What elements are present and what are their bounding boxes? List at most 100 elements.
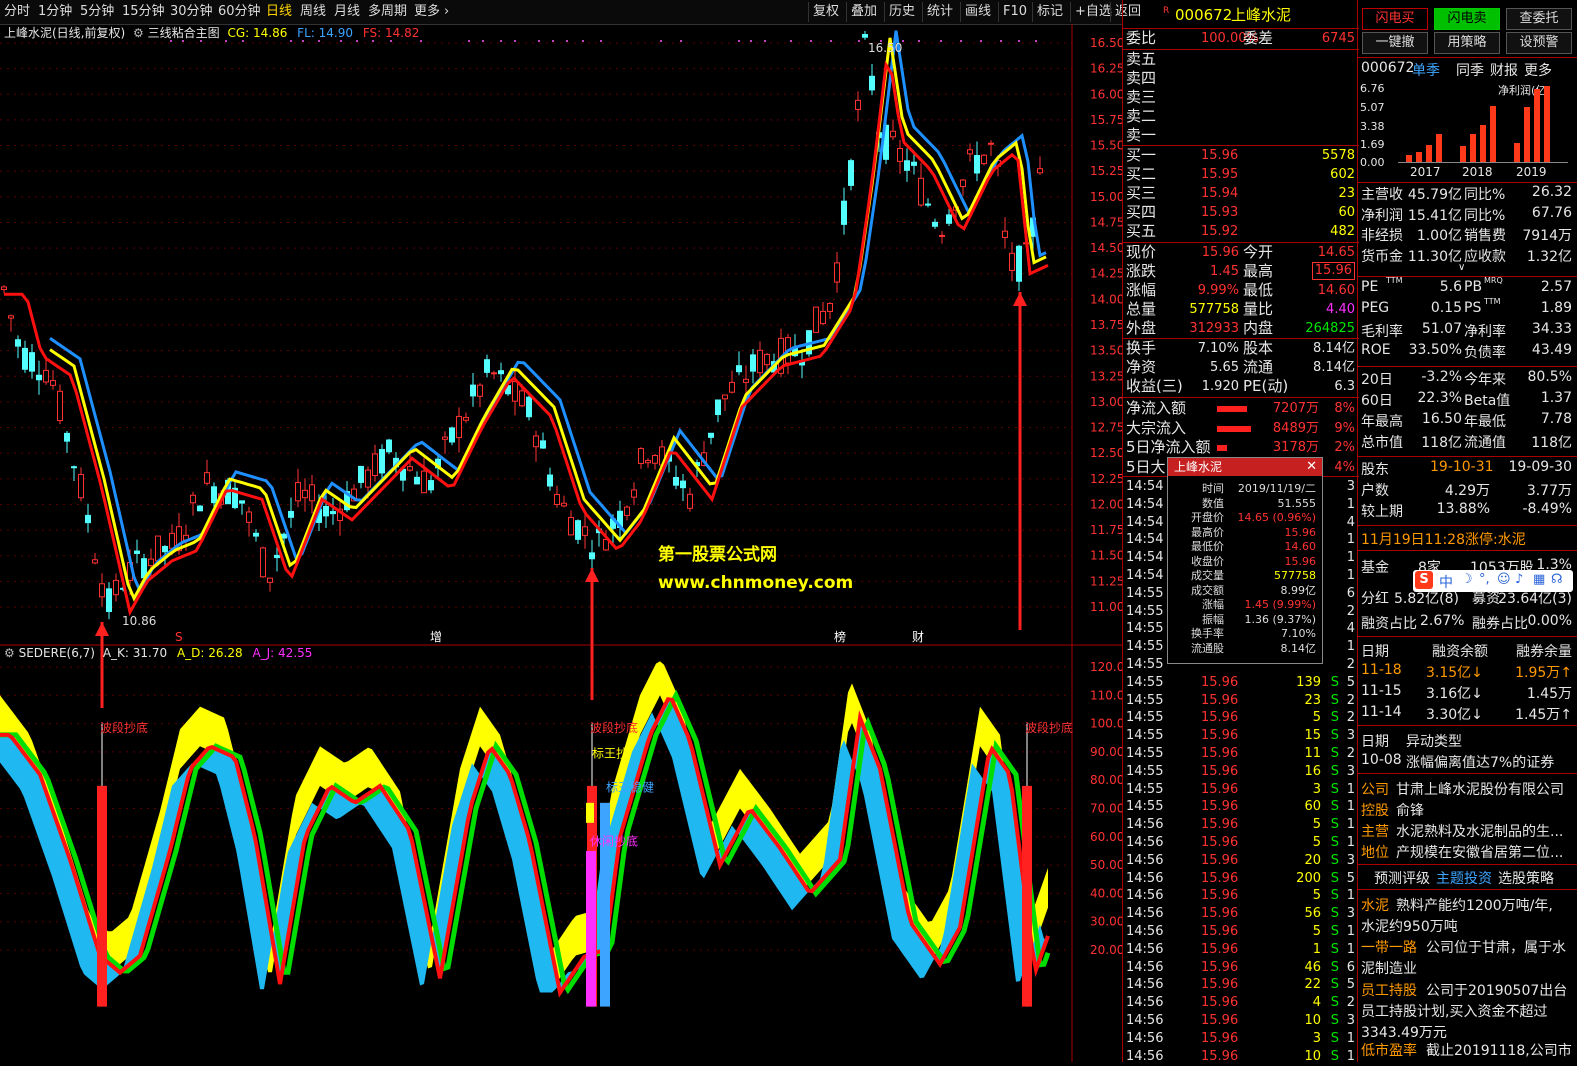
event-mark[interactable]: 榜: [834, 629, 846, 644]
period-tab-9[interactable]: 多周期: [368, 0, 407, 24]
popup-label: 涨幅: [1202, 598, 1224, 611]
settings-icon[interactable]: ⚙: [4, 646, 15, 660]
ime-tool-icon[interactable]: °,: [1479, 572, 1490, 587]
event-mark[interactable]: 增: [430, 630, 442, 644]
tick-time: 14:54: [1126, 568, 1164, 583]
buy-row[interactable]: 买二 15.95 602: [1123, 165, 1359, 184]
candle-body: [869, 75, 875, 91]
flow-bar: [1217, 445, 1227, 451]
chevron-down-icon[interactable]: ∨: [1458, 262, 1465, 273]
candle-body: [855, 99, 861, 110]
company-label: 地位: [1361, 845, 1389, 861]
bottom-tab-2[interactable]: 选股策略: [1498, 868, 1554, 888]
theme-text: 截止20191118,公司市: [1426, 1043, 1572, 1059]
toolbar-button-1[interactable]: 叠加: [846, 2, 881, 22]
period-tab-10[interactable]: 更多: [414, 0, 440, 24]
theme-tag[interactable]: 一带一路: [1361, 937, 1417, 957]
period-tab-5[interactable]: 60分钟: [218, 0, 261, 24]
bottom-tab-1[interactable]: 主题投资: [1436, 868, 1492, 888]
tick-time: 14:55: [1126, 728, 1164, 744]
toolbar-button-6[interactable]: 标记: [1032, 2, 1067, 22]
popup-row: 时间 2019/11/19/二: [1168, 482, 1320, 497]
toolbar-button-3[interactable]: 统计: [922, 2, 957, 22]
buy-row[interactable]: 买五 15.92 482: [1123, 222, 1359, 241]
toolbar-button-5[interactable]: F10: [998, 2, 1031, 22]
sogou-logo-icon[interactable]: S: [1415, 571, 1433, 589]
toolbar-button-0[interactable]: 复权: [808, 2, 843, 22]
buy-row[interactable]: 买一 15.96 5578: [1123, 146, 1359, 165]
period-tab-4[interactable]: 30分钟: [170, 0, 213, 24]
candle-body: [988, 142, 994, 145]
ime-tool-icon[interactable]: ☽: [1461, 572, 1473, 587]
candle-body: [8, 315, 14, 319]
theme-tag[interactable]: 低市盈率: [1361, 1040, 1417, 1060]
candle-body: [379, 449, 385, 474]
tick-time: 14:56: [1126, 941, 1164, 957]
f10-tab-3[interactable]: 更多: [1524, 60, 1552, 80]
buy-row[interactable]: 买四 15.93 60: [1123, 203, 1359, 222]
ime-tool-icon[interactable]: ☺: [1497, 572, 1511, 587]
metric-label: 同比%: [1464, 187, 1506, 203]
period-tab-2[interactable]: 5分钟: [80, 0, 114, 24]
price-tick-label: 12.50: [1090, 446, 1122, 460]
period-tab-8[interactable]: 月线: [334, 0, 360, 24]
f10-tab-1[interactable]: 同季: [1456, 60, 1484, 80]
f10-tab-0[interactable]: 单季: [1412, 60, 1440, 80]
stat-value: 8.14亿: [1313, 360, 1355, 375]
trade-button-5[interactable]: 设预警: [1506, 32, 1572, 54]
candle-body: [50, 380, 56, 386]
stat-value: 1.45: [1210, 264, 1239, 279]
f10-tab-2[interactable]: 财报: [1490, 60, 1518, 80]
toolbar-button-4[interactable]: 画线: [960, 2, 995, 22]
period-tab-7[interactable]: 周线: [300, 0, 326, 24]
chevron-right-icon[interactable]: ›: [444, 0, 449, 24]
ime-tool-icon[interactable]: ▦: [1533, 572, 1545, 587]
period-tab-3[interactable]: 15分钟: [122, 0, 165, 24]
chart-canvas[interactable]: 16.50 16.25 16.00 15.75 15.50 15.25 15.00 14.75…: [0, 24, 1122, 1062]
popup-row: 涨幅 1.45 (9.99%): [1168, 598, 1320, 613]
fund-flow-row: 5日净流入额 3178万 2%: [1123, 438, 1359, 457]
tick-time: 14:56: [1126, 977, 1164, 993]
trade-button-1[interactable]: 闪电卖: [1434, 8, 1500, 30]
toolbar-button-2[interactable]: 历史: [884, 2, 919, 22]
stock-code: 000672: [1175, 6, 1233, 24]
flow-value: 8489万: [1272, 420, 1319, 436]
raise-value: 23.64亿(3): [1498, 591, 1572, 607]
candle-body: [491, 372, 497, 375]
bar-axis: [1398, 162, 1568, 163]
candle-body: [568, 516, 574, 536]
candle-body: [512, 381, 518, 402]
theme-tag[interactable]: 员工持股: [1361, 980, 1417, 1000]
period-tab-1[interactable]: 1分钟: [38, 0, 72, 24]
close-icon[interactable]: ✕: [1306, 459, 1317, 474]
bar-year-label: 2019: [1516, 165, 1547, 179]
signal-label: 波段抄底: [1025, 720, 1073, 735]
candle-body: [407, 466, 413, 471]
tick-time: 14:55: [1126, 639, 1164, 655]
ime-tool-icon[interactable]: ♪: [1515, 572, 1523, 587]
tick-price: 15.96: [1201, 692, 1239, 708]
tick-side: S: [1330, 906, 1339, 922]
settings-icon[interactable]: ⚙: [133, 26, 144, 40]
trade-button-2[interactable]: 查委托: [1506, 8, 1572, 30]
buy-price: 15.92: [1201, 224, 1239, 239]
tick-time: 14:56: [1126, 906, 1164, 922]
period-tab-6[interactable]: 日线: [266, 0, 292, 24]
flow-label: 大宗流入: [1126, 418, 1187, 437]
candle-body: [519, 390, 525, 407]
buy-row[interactable]: 买三 15.94 23: [1123, 184, 1359, 203]
trade-button-3[interactable]: 一键撤: [1362, 32, 1428, 54]
ime-tool-icon[interactable]: ☊: [1551, 572, 1563, 587]
trade-button-0[interactable]: 闪电买: [1362, 8, 1428, 30]
tick-time: 14:55: [1126, 657, 1164, 672]
profit-bar: [1524, 106, 1530, 162]
event-mark[interactable]: 财: [912, 630, 924, 644]
candle-body: [36, 374, 42, 381]
tick-volume: 60: [1304, 799, 1321, 815]
flow-label: 5日大: [1126, 457, 1166, 476]
theme-tag[interactable]: 水泥: [1361, 895, 1389, 915]
trade-button-4[interactable]: 用策略: [1434, 32, 1500, 54]
period-tab-0[interactable]: 分时: [4, 0, 30, 24]
bottom-tab-0[interactable]: 预测评级: [1374, 868, 1430, 888]
event-mark[interactable]: S: [175, 630, 183, 644]
